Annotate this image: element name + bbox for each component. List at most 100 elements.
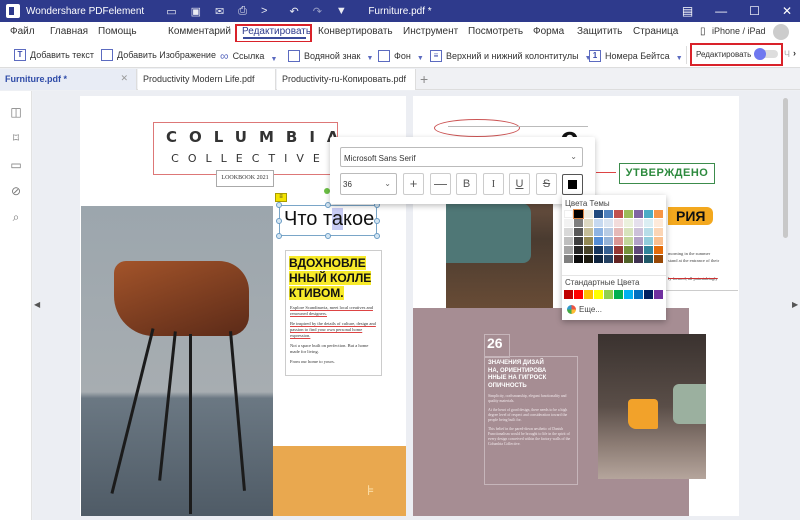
theme-color-swatch[interactable] — [594, 246, 603, 254]
theme-color-swatch[interactable] — [644, 255, 653, 263]
comment-icon[interactable]: ▭ — [9, 158, 23, 172]
theme-color-swatch[interactable] — [624, 219, 633, 227]
tab-furniture[interactable]: Furniture.pdf * ✕ — [0, 69, 137, 90]
theme-color-swatch[interactable] — [634, 255, 643, 263]
theme-color-swatch[interactable] — [594, 228, 603, 236]
undo-icon[interactable]: ↶ — [289, 5, 298, 18]
standard-color-swatch[interactable] — [634, 290, 643, 299]
theme-color-swatch[interactable] — [604, 228, 613, 236]
theme-color-swatch[interactable] — [584, 255, 593, 263]
menu-page[interactable]: Страница — [633, 26, 678, 37]
attachment-icon[interactable]: ⊘ — [9, 184, 23, 198]
ellipse-annotation[interactable] — [434, 119, 520, 137]
theme-color-swatch[interactable] — [634, 219, 643, 227]
minimize-button[interactable]: — — [715, 4, 727, 18]
theme-color-swatch[interactable] — [584, 246, 593, 254]
theme-color-swatch[interactable] — [614, 246, 623, 254]
menu-convert[interactable]: Конвертировать — [318, 26, 393, 37]
menu-form[interactable]: Форма — [533, 26, 564, 37]
theme-color-swatch[interactable] — [584, 219, 593, 227]
thumbnails-icon[interactable]: ◫ — [9, 105, 23, 119]
resize-handle[interactable] — [276, 202, 282, 208]
new-tab-button[interactable]: + — [420, 71, 428, 87]
theme-color-swatch[interactable] — [574, 246, 583, 254]
theme-color-swatch[interactable] — [624, 228, 633, 236]
standard-color-swatch[interactable] — [644, 290, 653, 299]
resize-handle[interactable] — [325, 233, 331, 239]
theme-color-swatch[interactable] — [644, 246, 653, 254]
theme-color-swatch[interactable] — [634, 210, 643, 218]
collapse-left-icon[interactable]: ◀ — [34, 300, 40, 309]
theme-color-swatch[interactable] — [574, 219, 583, 227]
theme-color-swatch[interactable] — [614, 219, 623, 227]
theme-color-swatch[interactable] — [594, 219, 603, 227]
menu-view[interactable]: Посмотреть — [468, 26, 523, 37]
close-tab-icon[interactable]: ✕ — [120, 73, 128, 84]
standard-color-swatch[interactable] — [594, 290, 603, 299]
increase-font-button[interactable]: + — [403, 173, 424, 195]
approved-stamp[interactable]: УТВЕРЖДЕНО — [619, 163, 715, 184]
maximize-button[interactable]: ☐ — [749, 4, 760, 18]
resize-handle[interactable] — [374, 218, 380, 224]
theme-color-swatch[interactable] — [644, 237, 653, 245]
standard-color-swatch[interactable] — [584, 290, 593, 299]
standard-color-swatch[interactable] — [574, 290, 583, 299]
redo-icon[interactable]: ↷ — [313, 5, 322, 18]
standard-color-swatch[interactable] — [614, 290, 623, 299]
theme-color-swatch[interactable] — [614, 255, 623, 263]
decrease-font-button[interactable]: — — [430, 173, 451, 195]
vertical-scrollbar[interactable] — [783, 98, 788, 238]
bookmark-icon[interactable]: ⌑ — [9, 131, 23, 145]
standard-color-swatch[interactable] — [604, 290, 613, 299]
theme-color-swatch[interactable] — [624, 237, 633, 245]
resize-handle[interactable] — [374, 233, 380, 239]
theme-color-swatch[interactable] — [604, 237, 613, 245]
underline-button[interactable]: U — [509, 173, 530, 195]
theme-color-swatch[interactable] — [654, 219, 663, 227]
theme-color-swatch[interactable] — [654, 246, 663, 254]
background-button[interactable]: Фон ▼ — [378, 49, 424, 62]
mail-icon[interactable]: ✉ — [215, 5, 224, 18]
theme-color-swatch[interactable] — [604, 255, 613, 263]
customize-icon[interactable]: ▼ — [336, 5, 347, 18]
theme-color-swatch[interactable] — [644, 228, 653, 236]
theme-color-swatch[interactable] — [624, 210, 633, 218]
watermark-button[interactable]: Водяной знак ▼ — [288, 49, 373, 62]
menu-comment[interactable]: Комментарий — [168, 26, 231, 37]
resize-handle[interactable] — [276, 218, 282, 224]
standard-color-swatch[interactable] — [564, 290, 573, 299]
editing-text-box[interactable]: Что такое — [276, 202, 380, 239]
theme-color-swatch[interactable] — [634, 246, 643, 254]
theme-color-swatch[interactable] — [614, 228, 623, 236]
tab-productivity-modern[interactable]: Productivity Modern Life.pdf — [138, 69, 276, 90]
theme-color-swatch[interactable] — [584, 237, 593, 245]
theme-color-swatch[interactable] — [604, 219, 613, 227]
theme-color-swatch[interactable] — [604, 246, 613, 254]
resize-handle[interactable] — [276, 233, 282, 239]
folder-icon[interactable]: ▭ — [166, 5, 176, 18]
add-text-button[interactable]: T Добавить текст — [14, 49, 94, 61]
text-color-button[interactable] — [562, 174, 583, 195]
theme-color-swatch[interactable] — [594, 210, 603, 218]
theme-color-swatch[interactable] — [654, 228, 663, 236]
theme-color-swatch[interactable] — [654, 237, 663, 245]
theme-color-swatch[interactable] — [564, 255, 573, 263]
theme-color-swatch[interactable] — [574, 228, 583, 236]
font-family-select[interactable]: Microsoft Sans Serif ⌄ — [340, 147, 583, 167]
theme-color-swatch[interactable] — [654, 210, 663, 218]
avatar[interactable] — [773, 24, 789, 40]
header-footer-button[interactable]: ≡ Верхний и нижний колонтитулы ▼ — [430, 49, 592, 62]
theme-color-swatch[interactable] — [624, 255, 633, 263]
menu-file[interactable]: Файл — [10, 26, 35, 37]
theme-color-swatch[interactable] — [574, 237, 583, 245]
theme-color-swatch[interactable] — [574, 255, 583, 263]
theme-color-swatch[interactable] — [614, 237, 623, 245]
theme-color-swatch[interactable] — [624, 246, 633, 254]
bates-button[interactable]: 1 Номера Бейтса ▼ — [589, 49, 683, 62]
theme-color-swatch[interactable] — [604, 210, 613, 218]
bold-button[interactable]: B — [456, 173, 477, 195]
save-icon[interactable]: ▣ — [191, 5, 201, 18]
theme-color-swatch[interactable] — [564, 246, 573, 254]
note-icon[interactable]: ≡ — [275, 193, 287, 202]
theme-color-swatch[interactable] — [644, 219, 653, 227]
